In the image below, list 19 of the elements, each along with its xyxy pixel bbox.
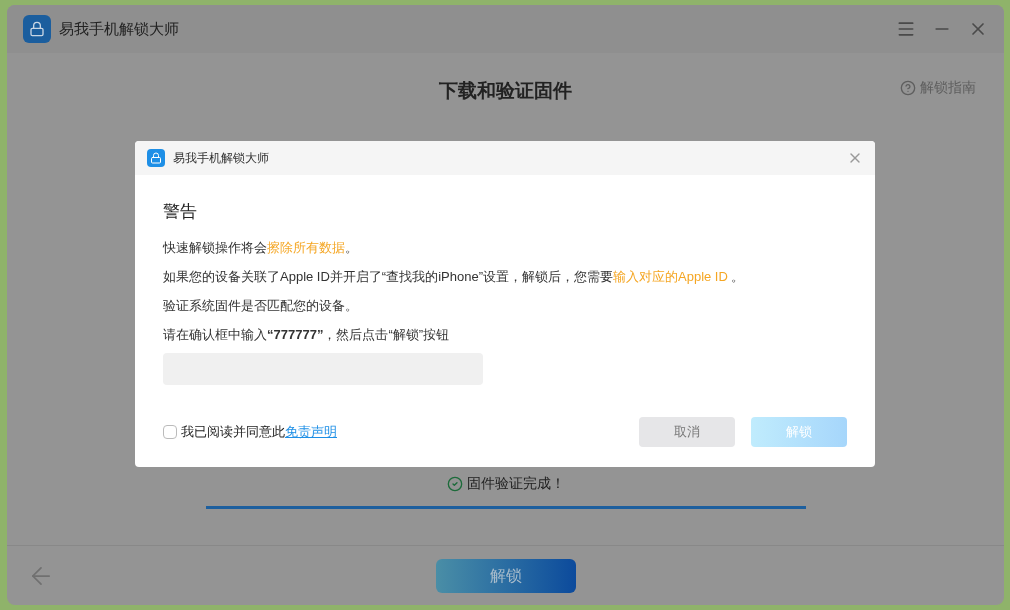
help-icon (900, 79, 916, 96)
page-title: 下载和验证固件 (439, 79, 572, 103)
warning-text: 快速解锁操作将会擦除所有数据。 (163, 238, 359, 257)
agree-checkbox[interactable] (163, 424, 177, 439)
menu-icon[interactable] (896, 19, 916, 39)
unlock-button[interactable]: 解锁 (435, 558, 576, 593)
warning-text: 请在确认框中输入“777777”，然后点击“解锁”按钮 (163, 325, 451, 344)
window-title: 易我手机解锁大师 (59, 18, 179, 39)
warning-text: 如果您的设备关联了Apple ID并开启了“查找我的iPhone”设置，解锁后，您需要输入对应的Apple ID 。 (163, 267, 746, 286)
dialog-heading: 警告 (163, 201, 198, 223)
status-text: 固件验证完成！ (466, 474, 565, 493)
warning-text: 验证系统固件是否匹配您的设备。 (163, 296, 359, 315)
agree-label: 我已阅读并同意此 (181, 422, 285, 441)
dialog-title: 易我手机解锁大师 (173, 150, 269, 167)
disclaimer-link[interactable]: 免责声明 (285, 421, 337, 442)
check-icon (446, 475, 463, 492)
app-logo-icon (23, 15, 51, 43)
cancel-button[interactable]: 取消 (639, 416, 735, 447)
app-logo-icon (147, 149, 165, 167)
